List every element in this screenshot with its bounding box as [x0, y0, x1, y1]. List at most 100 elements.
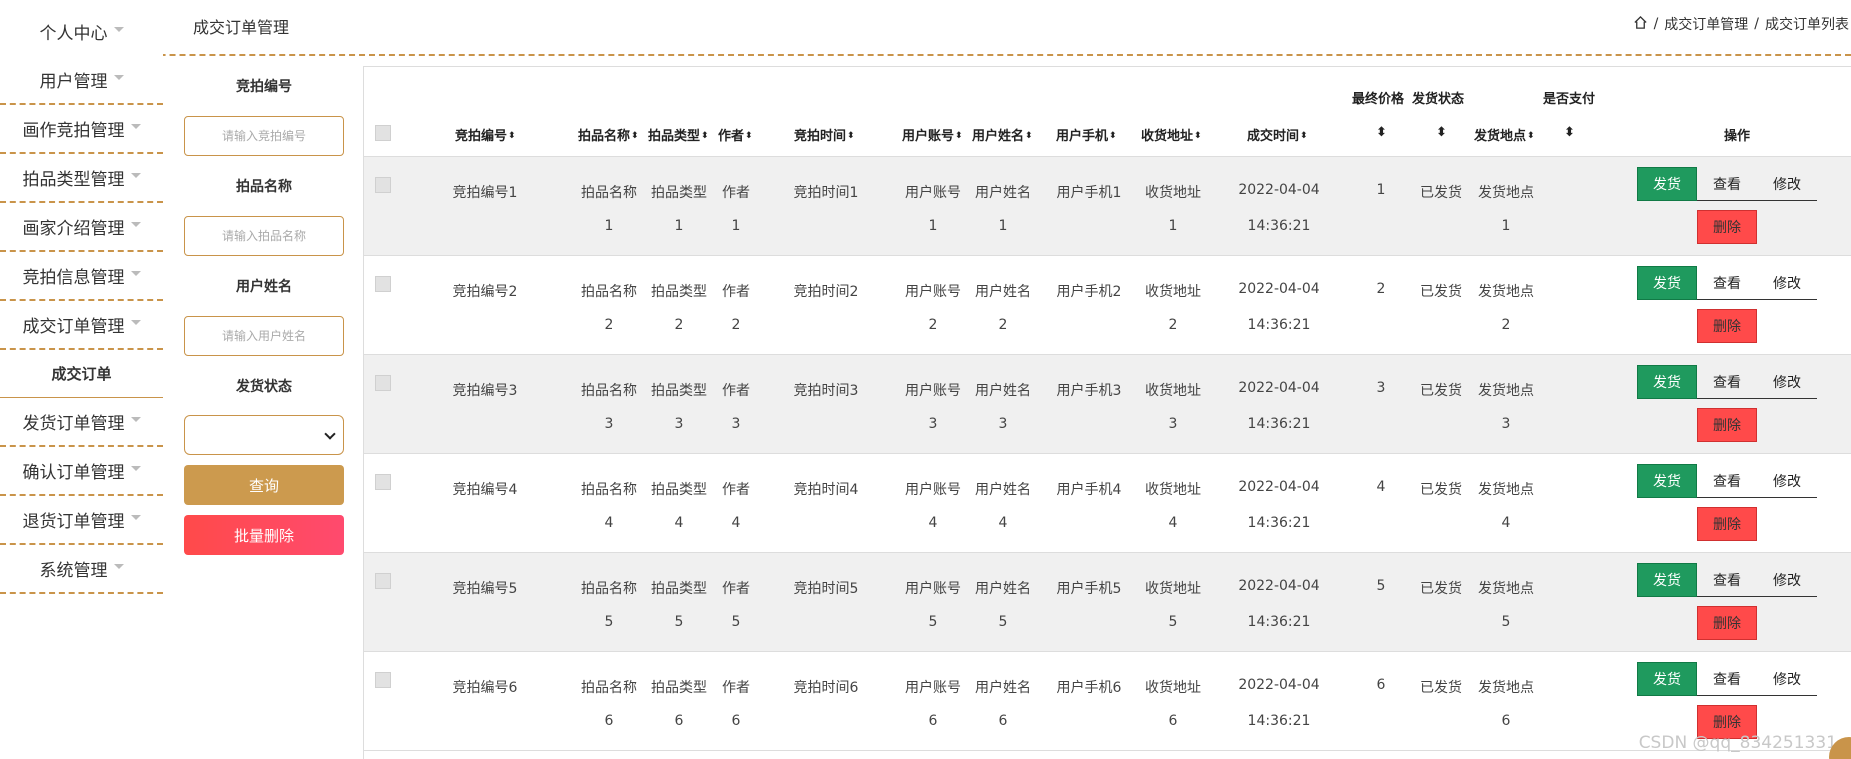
cell-item-type-line2: 3: [674, 416, 684, 432]
sort-icon[interactable]: ⬍: [1025, 132, 1033, 141]
header-author[interactable]: 作者⬍: [718, 125, 753, 144]
sort-icon[interactable]: ⬍: [631, 132, 639, 141]
item-name-label: 拍品名称: [236, 179, 292, 195]
chevron-down-icon: [324, 428, 336, 440]
sort-icon[interactable]: ⬍: [508, 132, 516, 141]
sidebar-item-users[interactable]: 用户管理: [0, 56, 163, 105]
query-button[interactable]: 查询: [184, 465, 344, 505]
sidebar-item-item-types[interactable]: 拍品类型管理: [0, 154, 163, 203]
row-checkbox[interactable]: [375, 474, 391, 490]
header-actions: 操作: [1724, 129, 1751, 144]
edit-button[interactable]: 修改: [1757, 662, 1817, 696]
delete-button[interactable]: 删除: [1697, 507, 1757, 541]
cell-deal-time-line1: 2022-04-04: [1238, 182, 1320, 198]
ship-button[interactable]: 发货: [1637, 365, 1697, 399]
view-button[interactable]: 查看: [1697, 266, 1757, 300]
header-item-type[interactable]: 拍品类型⬍: [648, 125, 709, 144]
ship-status-select[interactable]: [184, 415, 344, 455]
sort-icon[interactable]: ⬍: [1527, 132, 1535, 141]
header-address[interactable]: 收货地址⬍: [1141, 125, 1202, 144]
sort-icon[interactable]: ⬍: [1564, 125, 1575, 140]
cell-user-phone: 用户手机1: [1056, 185, 1122, 201]
table-row: 竞拍编号5 拍品名称 5 拍品类型 5 作者 5 竞拍时间5 用户账号 5 用户姓名 5 用户手机5 收货…: [364, 553, 1851, 652]
sidebar-item-profile[interactable]: 个人中心: [0, 6, 163, 56]
row-checkbox[interactable]: [375, 672, 391, 688]
select-all-checkbox[interactable]: [375, 125, 391, 141]
cell-author-line2: 3: [731, 416, 741, 432]
ship-button[interactable]: 发货: [1637, 563, 1697, 597]
cell-user-name-line2: 1: [998, 218, 1008, 234]
edit-button[interactable]: 修改: [1757, 563, 1817, 597]
delete-button[interactable]: 删除: [1697, 606, 1757, 640]
row-checkbox[interactable]: [375, 573, 391, 589]
sidebar-item-confirm-orders[interactable]: 确认订单管理: [0, 447, 163, 496]
header-item-name[interactable]: 拍品名称⬍: [578, 125, 639, 144]
header-ship-place[interactable]: 发货地点⬍: [1474, 125, 1535, 144]
cell-deal-time-line2: 14:36:21: [1247, 218, 1311, 234]
edit-button[interactable]: 修改: [1757, 266, 1817, 300]
cell-final-price: 6: [1376, 677, 1386, 693]
row-checkbox[interactable]: [375, 276, 391, 292]
ship-button[interactable]: 发货: [1637, 266, 1697, 300]
sort-icon[interactable]: ⬍: [1436, 125, 1447, 140]
header-auction-no[interactable]: 竞拍编号⬍: [455, 125, 516, 144]
cell-ship-place-line1: 发货地点: [1478, 680, 1534, 696]
breadcrumb: / 成交订单管理 / 成交订单列表: [1633, 14, 1849, 34]
sidebar-item-return-orders[interactable]: 退货订单管理: [0, 496, 163, 545]
delete-button[interactable]: 删除: [1697, 309, 1757, 343]
delete-button[interactable]: 删除: [1697, 408, 1757, 442]
cell-user-phone: 用户手机4: [1056, 482, 1122, 498]
sort-icon[interactable]: ⬍: [1300, 132, 1308, 141]
cell-user-account-line1: 用户账号: [905, 482, 961, 498]
sort-icon[interactable]: ⬍: [701, 132, 709, 141]
ship-button[interactable]: 发货: [1637, 167, 1697, 201]
edit-button[interactable]: 修改: [1757, 365, 1817, 399]
chevron-down-icon: [130, 466, 141, 471]
delete-button[interactable]: 删除: [1697, 210, 1757, 244]
sort-icon[interactable]: ⬍: [847, 132, 855, 141]
sidebar-item-shipping-orders[interactable]: 发货订单管理: [0, 398, 163, 447]
chevron-down-icon: [130, 271, 141, 276]
view-button[interactable]: 查看: [1697, 563, 1757, 597]
sort-icon[interactable]: ⬍: [955, 132, 963, 141]
cell-deal-time-line1: 2022-04-04: [1238, 479, 1320, 495]
cell-ship-place-line1: 发货地点: [1478, 482, 1534, 498]
ship-button[interactable]: 发货: [1637, 464, 1697, 498]
sidebar-item-painters[interactable]: 画家介绍管理: [0, 203, 163, 252]
header-user-account[interactable]: 用户账号⬍: [902, 125, 963, 144]
breadcrumb-item-orders[interactable]: 成交订单管理: [1664, 14, 1748, 34]
sort-icon[interactable]: ⬍: [1376, 125, 1387, 140]
bulk-delete-button[interactable]: 批量删除: [184, 515, 344, 555]
view-button[interactable]: 查看: [1697, 167, 1757, 201]
cell-item-name-line1: 拍品名称: [581, 680, 637, 696]
sidebar-item-auction-info[interactable]: 竞拍信息管理: [0, 252, 163, 301]
cell-auction-no: 竞拍编号6: [452, 680, 518, 696]
sort-icon[interactable]: ⬍: [1194, 132, 1202, 141]
row-checkbox[interactable]: [375, 375, 391, 391]
view-button[interactable]: 查看: [1697, 365, 1757, 399]
header-user-phone[interactable]: 用户手机⬍: [1056, 125, 1117, 144]
sort-icon[interactable]: ⬍: [1109, 132, 1117, 141]
edit-button[interactable]: 修改: [1757, 167, 1817, 201]
sidebar-subitem-deal-orders[interactable]: 成交订单: [0, 350, 163, 398]
item-name-input[interactable]: [184, 216, 344, 256]
sidebar-item-system[interactable]: 系统管理: [0, 545, 163, 594]
sidebar-item-deal-orders[interactable]: 成交订单管理: [0, 301, 163, 350]
row-checkbox[interactable]: [375, 177, 391, 193]
view-button[interactable]: 查看: [1697, 464, 1757, 498]
edit-button[interactable]: 修改: [1757, 464, 1817, 498]
home-icon[interactable]: [1633, 15, 1648, 34]
chevron-down-icon: [113, 564, 124, 569]
view-button[interactable]: 查看: [1697, 662, 1757, 696]
sidebar-item-painting-auction[interactable]: 画作竞拍管理: [0, 105, 163, 154]
header-deal-time[interactable]: 成交时间⬍: [1247, 125, 1308, 144]
cell-author-line1: 作者: [722, 482, 750, 498]
header-auction-time[interactable]: 竞拍时间⬍: [794, 125, 855, 144]
ship-button[interactable]: 发货: [1637, 662, 1697, 696]
auction-no-input[interactable]: [184, 116, 344, 156]
user-name-input[interactable]: [184, 316, 344, 356]
header-user-name[interactable]: 用户姓名⬍: [972, 125, 1033, 144]
sort-icon[interactable]: ⬍: [745, 132, 753, 141]
table-row: 竞拍编号3 拍品名称 3 拍品类型 3 作者 3 竞拍时间3 用户账号 3 用户姓名 3 用户手机3 收货…: [364, 355, 1851, 454]
cell-author-line2: 4: [731, 515, 741, 531]
